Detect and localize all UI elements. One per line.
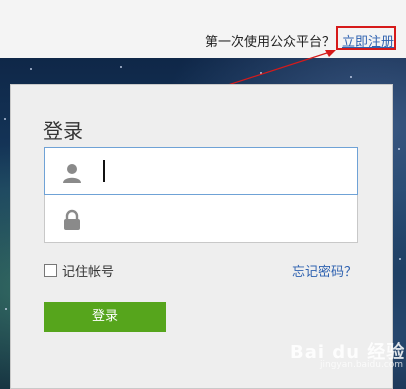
watermark-url: jingyan.baidu.com [320, 360, 404, 370]
remember-checkbox[interactable] [44, 264, 57, 277]
login-button[interactable]: 登录 [44, 302, 166, 332]
lock-icon [64, 209, 80, 230]
background-star [260, 72, 262, 74]
forgot-password-link[interactable]: 忘记密码？ [292, 261, 357, 280]
remember-label: 记住帐号 [62, 265, 115, 280]
first-time-prompt: 第一次使用公众平台？ [204, 35, 335, 50]
background-star [4, 118, 6, 120]
password-field[interactable] [44, 195, 358, 243]
user-icon [63, 164, 81, 183]
background-star [350, 76, 352, 78]
remember-account[interactable]: 记住帐号 [44, 261, 114, 280]
background-star [399, 258, 401, 260]
background-star [5, 308, 7, 310]
username-input[interactable] [105, 156, 349, 188]
background-star [30, 68, 32, 70]
background-star [398, 148, 400, 150]
login-title: 登录 [43, 119, 83, 143]
register-highlight-box [336, 26, 396, 50]
background-star [120, 66, 122, 68]
username-field[interactable] [44, 147, 358, 195]
password-input[interactable] [105, 203, 349, 235]
